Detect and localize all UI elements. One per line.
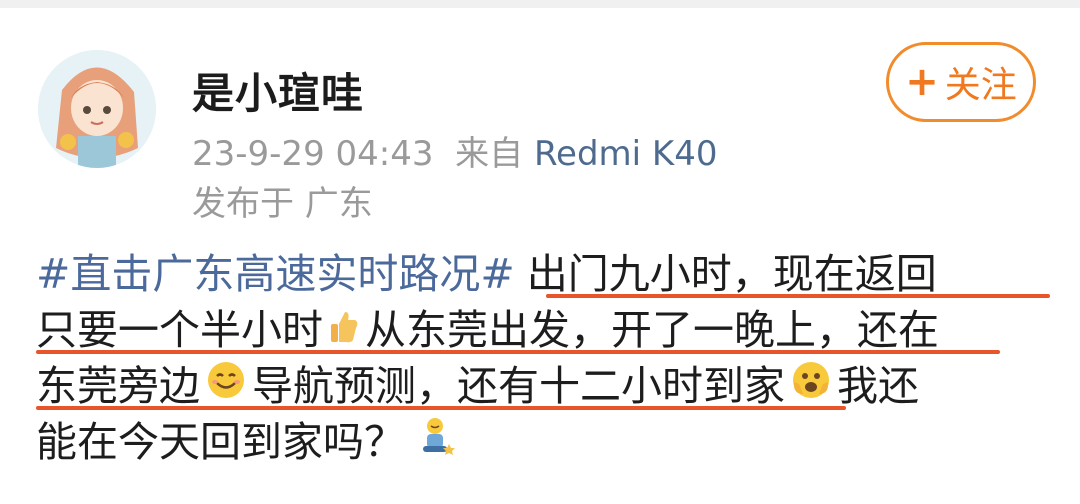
bottom-fade: [0, 486, 1080, 504]
avatar-illustration: [38, 50, 156, 168]
hashtag-link[interactable]: #直击广东高速实时路况#: [36, 246, 515, 302]
underline-annotation: [36, 406, 846, 410]
username[interactable]: 是小瑄哇: [192, 60, 364, 121]
post-location: 发布于 广东: [192, 184, 373, 224]
plus-icon: +: [905, 59, 939, 105]
post-text: 能在今天回到家吗？: [36, 418, 405, 466]
post-meta: 23-9-29 04:43 来自 Redmi K40: [192, 126, 717, 175]
post-body: #直击广东高速实时路况# 出门九小时，现在返回 只要一个半小时 从东莞出发，开了…: [36, 246, 1056, 470]
post-timestamp: 23-9-29 04:43: [192, 134, 434, 174]
post-line-4: 能在今天回到家吗？: [36, 414, 1056, 470]
underline-annotation: [546, 294, 1050, 298]
underline-annotation: [36, 350, 1000, 354]
follow-button[interactable]: + 关注: [886, 42, 1036, 122]
avatar[interactable]: [38, 50, 156, 168]
follow-label: 关注: [944, 65, 1017, 106]
source-prefix: 来自: [455, 134, 524, 174]
sitting-figure-icon: [419, 414, 455, 470]
source-device-link[interactable]: Redmi K40: [534, 134, 718, 174]
top-divider: [0, 0, 1080, 8]
post-text: 我还: [837, 362, 919, 410]
